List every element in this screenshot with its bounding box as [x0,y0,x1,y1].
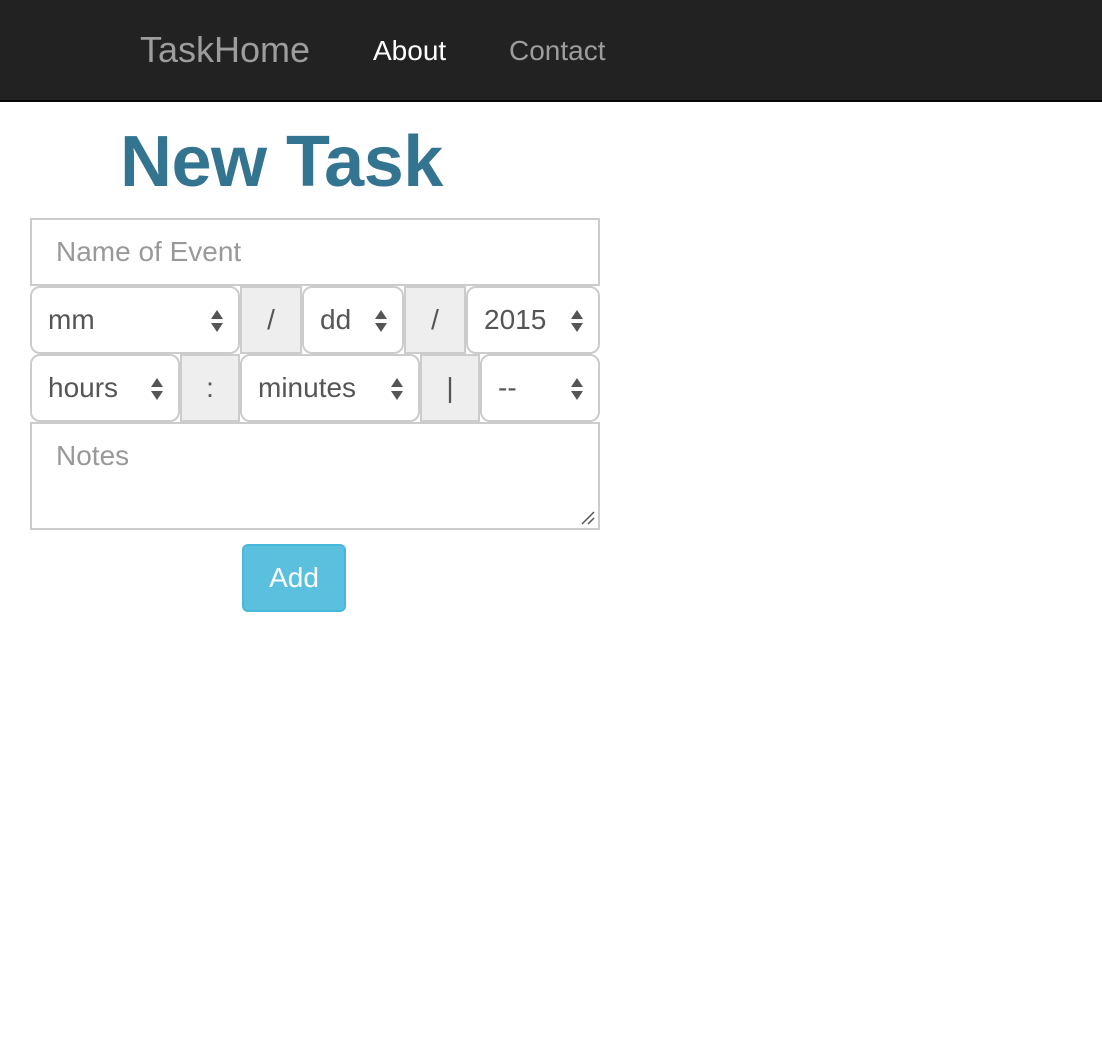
event-name-input[interactable] [30,218,600,286]
year-select-value: 2015 [484,304,547,335]
brand-link[interactable]: TaskHome [140,28,310,72]
page-title: New Task [120,122,443,202]
ampm-select[interactable]: -- [480,354,600,422]
month-select-value: mm [48,304,95,335]
nav-link-about[interactable]: About [373,34,446,68]
minutes-select[interactable]: minutes [240,354,420,422]
notes-textarea[interactable] [30,422,600,530]
day-select-value: dd [320,304,352,335]
resize-handle-icon[interactable] [580,510,596,526]
day-select[interactable]: dd [302,286,404,354]
hours-select-value: hours [48,372,119,403]
time-divider: | [420,354,480,422]
select-arrows-icon [211,310,223,332]
year-select[interactable]: 2015 [466,286,600,354]
minutes-select-value: minutes [258,372,357,403]
select-arrows-icon [151,378,163,400]
nav-link-contact[interactable]: Contact [509,34,606,68]
ampm-select-value: -- [498,372,517,403]
date-separator: / [404,286,466,354]
select-arrows-icon [571,378,583,400]
select-arrows-icon [391,378,403,400]
month-select[interactable]: mm [30,286,240,354]
select-arrows-icon [375,310,387,332]
add-button[interactable]: Add [242,544,346,612]
hours-select[interactable]: hours [30,354,180,422]
select-arrows-icon [571,310,583,332]
navbar: TaskHome About Contact [0,0,1102,102]
date-separator: / [240,286,302,354]
time-separator: : [180,354,240,422]
